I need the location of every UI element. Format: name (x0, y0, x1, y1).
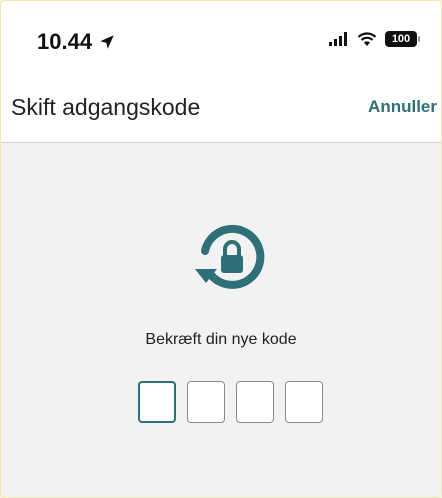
battery-icon: 100 (385, 31, 420, 47)
signal-icon (329, 32, 347, 46)
code-digit-1[interactable] (138, 381, 176, 423)
code-digit-4[interactable] (285, 381, 323, 423)
status-icons: 100 (329, 31, 420, 47)
main-content: Bekræft din nye kode (1, 143, 441, 497)
status-time: 10.44 (37, 29, 93, 54)
wifi-icon (357, 31, 377, 46)
status-time-group: 10.44 (37, 29, 116, 55)
code-digit-2[interactable] (187, 381, 225, 423)
battery-level: 100 (391, 33, 411, 45)
navigation-bar: Skift adgangskode Annuller (1, 77, 441, 143)
page-title: Skift adgangskode (11, 94, 201, 120)
status-bar: 10.44 100 (1, 1, 441, 77)
lock-reset-icon (195, 224, 265, 289)
confirm-code-prompt: Bekræft din nye kode (145, 331, 297, 348)
location-arrow-icon (100, 35, 114, 49)
code-input-group (138, 381, 323, 423)
code-digit-3[interactable] (236, 381, 274, 423)
cancel-button[interactable]: Annuller (368, 97, 437, 117)
app-frame: 10.44 100 Skift adgangskode Annuller Bek… (0, 0, 442, 498)
